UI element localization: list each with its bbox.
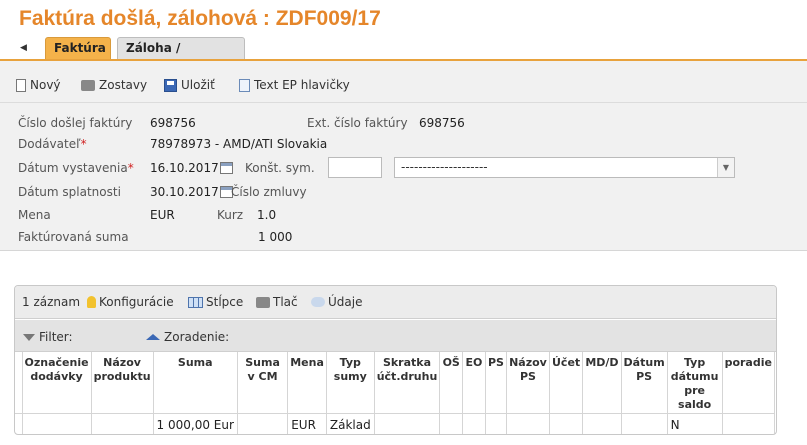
- lightbulb-icon: [87, 296, 96, 308]
- const-symbol-input[interactable]: [328, 157, 382, 178]
- page-title: Faktúra došlá, zálohová : ZDF009/17: [19, 7, 381, 30]
- invoice-number-value: 698756: [150, 116, 196, 130]
- row-selector-header: [15, 352, 23, 414]
- calendar-icon[interactable]: [219, 162, 233, 174]
- column-header[interactable]: poradie: [722, 352, 776, 414]
- printer-icon: [81, 79, 95, 91]
- configuration-label: Konfigurácie: [99, 295, 174, 309]
- toolbar-divider: [0, 102, 807, 103]
- supplier-value: 78978973 - AMD/ATI Slovakia: [150, 137, 328, 151]
- exchange-rate-value: 1.0: [257, 208, 277, 222]
- table-cell: [439, 413, 464, 434]
- column-header[interactable]: Suma v CM: [237, 352, 289, 414]
- column-header[interactable]: Názov produktu: [91, 352, 154, 414]
- row-selector-cell[interactable]: [15, 413, 23, 434]
- ep-header-text-button[interactable]: Text EP hlavičky: [239, 78, 350, 92]
- ext-invoice-number-value: 698756: [419, 116, 465, 130]
- items-table: Označenie dodávky Názov produktu Suma Su…: [15, 352, 776, 434]
- table-cell: [91, 413, 154, 434]
- table-cell: EUR: [287, 413, 327, 434]
- reports-button-label: Zostavy: [99, 78, 148, 92]
- filter-label: Filter:: [39, 330, 73, 344]
- issue-date-field[interactable]: 16.10.2017: [150, 161, 233, 175]
- column-header[interactable]: OŠ: [439, 352, 464, 414]
- chevron-down-icon[interactable]: ▼: [717, 158, 734, 177]
- grid-toolbar: 1 záznam Konfigurácie Stĺpce Tlač Údaje: [15, 286, 776, 319]
- column-header[interactable]: EO: [462, 352, 486, 414]
- table-cell: Základ: [326, 413, 375, 434]
- const-symbol-select-value: --------------------: [401, 160, 488, 174]
- save-button-label: Uložiť: [181, 78, 215, 92]
- table-cell: [621, 413, 668, 434]
- print-label: Tlač: [273, 295, 298, 309]
- printer-icon: [256, 296, 270, 308]
- column-header[interactable]: PS: [485, 352, 508, 414]
- table-cell: N: [667, 413, 723, 434]
- funnel-icon: [23, 333, 35, 341]
- currency-value: EUR: [150, 208, 175, 222]
- column-header[interactable]: MD/D: [582, 352, 622, 414]
- reports-button[interactable]: Zostavy: [81, 78, 147, 92]
- sort-label: Zoradenie:: [164, 330, 230, 344]
- table-cell: [582, 413, 622, 434]
- items-grid: 1 záznam Konfigurácie Stĺpce Tlač Údaje …: [14, 285, 777, 435]
- ext-invoice-number-label: Ext. číslo faktúry: [307, 116, 408, 130]
- due-date-label: Dátum splatnosti: [18, 185, 121, 199]
- table-cell: [462, 413, 486, 434]
- new-document-icon: [16, 78, 26, 92]
- table-header-row: Označenie dodávky Názov produktu Suma Su…: [15, 352, 776, 414]
- table-cell: [549, 413, 584, 434]
- issue-date-label: Dátum vystavenia*: [18, 161, 134, 175]
- table-cell: [22, 413, 92, 434]
- table-cell: [506, 413, 550, 434]
- filter-control[interactable]: Filter:: [23, 330, 73, 344]
- table-cell: [722, 413, 776, 434]
- column-header[interactable]: Suma: [153, 352, 238, 414]
- column-header[interactable]: Skratka účt.druhu: [374, 352, 441, 414]
- table-cell: [374, 413, 441, 434]
- sort-control[interactable]: Zoradenie:: [146, 330, 229, 344]
- ep-header-text-label: Text EP hlavičky: [254, 78, 350, 92]
- column-header[interactable]: Označenie dodávky: [22, 352, 92, 414]
- column-header[interactable]: Typ dátumu pre saldo: [667, 352, 723, 414]
- column-header[interactable]: Mena: [287, 352, 327, 414]
- columns-icon: [188, 296, 203, 308]
- data-label: Údaje: [328, 295, 363, 309]
- const-symbol-label: Konšt. sym.: [245, 161, 315, 175]
- invoiced-amount-label: Faktúrovaná suma: [18, 230, 129, 244]
- column-header[interactable]: Účet: [549, 352, 584, 414]
- column-header[interactable]: Názov PS: [506, 352, 550, 414]
- supplier-label: Dodávateľ*: [18, 137, 87, 151]
- columns-label: Stĺpce: [206, 295, 244, 309]
- save-button[interactable]: Uložiť: [164, 78, 215, 92]
- sort-icon: [146, 334, 160, 340]
- contract-number-label: Číslo zmluvy: [231, 185, 307, 199]
- table-cell: 1 000,00 Eur: [153, 413, 238, 434]
- exchange-rate-label: Kurz: [217, 208, 244, 222]
- configuration-button[interactable]: Konfigurácie: [87, 295, 174, 309]
- table-cell: [485, 413, 508, 434]
- const-symbol-select[interactable]: -------------------- ▼: [394, 157, 735, 178]
- notepad-icon: [239, 78, 250, 92]
- table-row[interactable]: 1 000,00 Eur EUR Základ N: [15, 413, 776, 434]
- floppy-disk-icon: [164, 78, 177, 92]
- column-header[interactable]: Typ sumy: [326, 352, 375, 414]
- columns-button[interactable]: Stĺpce: [188, 295, 243, 309]
- data-button[interactable]: Údaje: [311, 295, 362, 309]
- currency-label: Mena: [18, 208, 51, 222]
- tab-invoice[interactable]: Faktúra: [45, 37, 111, 60]
- tab-advance-credit-note[interactable]: Záloha / Dobropis: [117, 37, 245, 76]
- back-arrow-icon[interactable]: ◀: [20, 43, 27, 53]
- filter-sort-bar: Filter: Zoradenie:: [15, 320, 776, 352]
- print-button[interactable]: Tlač: [256, 295, 298, 309]
- table-cell: [237, 413, 289, 434]
- record-count: 1 záznam: [22, 295, 81, 309]
- invoiced-amount-value: 1 000: [258, 230, 293, 244]
- invoice-number-label: Číslo došlej faktúry: [18, 116, 133, 130]
- new-button-label: Nový: [30, 78, 61, 92]
- due-date-field[interactable]: 30.10.2017: [150, 185, 233, 199]
- data-icon: [311, 297, 325, 307]
- new-button[interactable]: Nový: [16, 78, 61, 92]
- column-header[interactable]: Dátum PS: [621, 352, 668, 414]
